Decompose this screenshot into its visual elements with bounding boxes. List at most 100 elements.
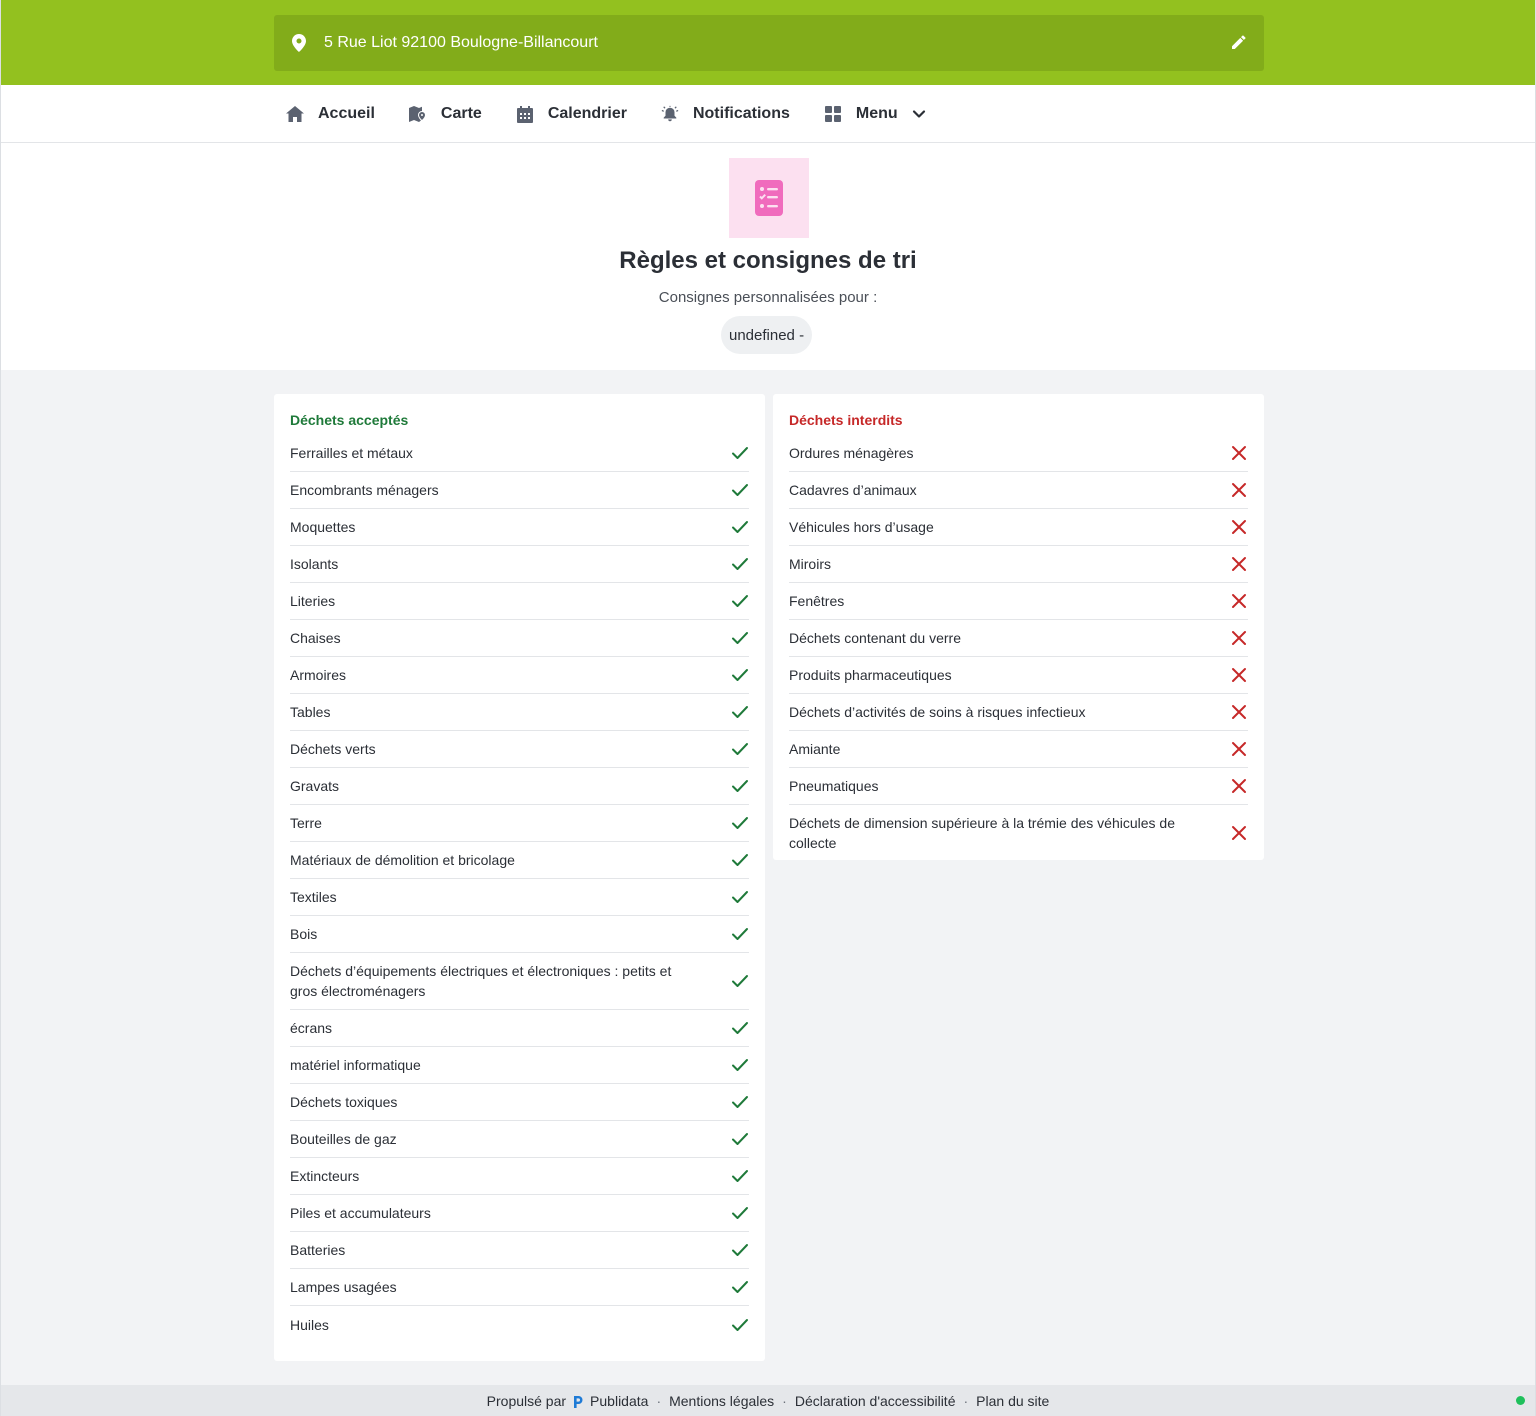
cross-icon [1230,555,1248,573]
list-item-label: Extincteurs [290,1168,360,1184]
page-subtitle: Consignes personnalisées pour : [658,289,878,306]
list-item: Miroirs [789,546,1248,583]
list-item-label: Déchets d’activités de soins à risques i… [789,704,1086,720]
list-item: Déchets contenant du verre [789,620,1248,657]
list-item: Armoires [290,657,749,694]
publidata-logo-icon [573,1395,583,1408]
list-item: Déchets toxiques [290,1084,749,1121]
check-icon [731,925,749,943]
check-icon [731,888,749,906]
list-item-label: Déchets verts [290,741,376,757]
list-item-label: Amiante [789,741,841,757]
cross-icon [1230,824,1248,842]
page-header: Règles et consignes de tri Consignes per… [1,143,1535,370]
check-icon [731,1316,749,1334]
list-item: Lampes usagées [290,1269,749,1306]
address-bar[interactable]: 5 Rue Liot 92100 Boulogne-Billancourt [274,15,1264,71]
page: 5 Rue Liot 92100 Boulogne-Billancourt Ac… [0,0,1536,1416]
forbidden-waste-card: Déchets interdits Ordures ménagères Cadav… [773,394,1264,860]
footer-link-mentions[interactable]: Mentions légales [669,1393,774,1409]
list-item-label: Terre [290,815,322,831]
list-item-label: Cadavres d’animaux [789,482,917,498]
check-icon [731,703,749,721]
list-item-label: Bois [290,926,318,942]
footer-separator: · [963,1392,969,1409]
footer-link-plan[interactable]: Plan du site [976,1393,1049,1409]
list-item-label: Lampes usagées [290,1279,397,1295]
nav-notifications[interactable]: Notifications [661,105,790,123]
list-item: Textiles [290,879,749,916]
check-icon [731,851,749,869]
list-item-label: Matériaux de démolition et bricolage [290,852,515,868]
list-item-label: Textiles [290,889,337,905]
list-item-label: Moquettes [290,519,356,535]
cross-icon [1230,740,1248,758]
list-item: Batteries [290,1232,749,1269]
pencil-icon[interactable] [1230,33,1248,51]
check-icon [731,444,749,462]
list-item-label: Armoires [290,667,347,683]
list-item: Bois [290,916,749,953]
list-item: Huiles [290,1306,749,1343]
publidata-link[interactable]: Publidata [590,1393,648,1409]
check-icon [731,1056,749,1074]
map-icon [408,105,427,123]
list-item-label: Bouteilles de gaz [290,1131,397,1147]
list-item: Literies [290,583,749,620]
chevron-down-icon [912,107,926,121]
list-item: écrans [290,1010,749,1047]
check-icon [731,1130,749,1148]
accepted-waste-title: Déchets acceptés [290,412,409,428]
list-item-label: Tables [290,704,331,720]
check-icon [731,592,749,610]
forbidden-waste-list: Ordures ménagères Cadavres d’animaux Véhic… [789,435,1248,861]
home-icon [286,105,304,123]
grid-icon [824,105,842,123]
cross-icon [1230,703,1248,721]
list-item: Ferrailles et métaux [290,435,749,472]
footer: Propulsé par Publidata · Mentions légale… [1,1385,1535,1416]
list-item-label: Gravats [290,778,340,794]
nav-calendrier[interactable]: Calendrier [516,105,627,123]
list-item: Extincteurs [290,1158,749,1195]
list-item-label: Fenêtres [789,593,845,609]
list-item: Isolants [290,546,749,583]
map-pin-icon [291,33,307,53]
list-item: Bouteilles de gaz [290,1121,749,1158]
accepted-waste-card: Déchets acceptés Ferrailles et métaux Enc… [274,394,765,1361]
footer-separator: · [782,1392,787,1409]
nav-menu-label: Menu [855,105,898,122]
list-item: Encombrants ménagers [290,472,749,509]
footer-link-accessibilite[interactable]: Déclaration d'accessibilité [795,1393,956,1409]
cross-icon [1230,444,1248,462]
bell-icon [661,105,679,123]
check-icon [731,1204,749,1222]
check-icon [731,481,749,499]
check-icon [731,740,749,758]
list-item-label: Huiles [290,1316,329,1333]
nav-menu[interactable]: Menu [824,105,926,123]
nav-accueil[interactable]: Accueil [286,105,375,123]
list-item-label: Literies [290,593,336,609]
list-item: Matériaux de démolition et bricolage [290,842,749,879]
list-item-label: Miroirs [789,556,831,572]
check-icon [731,666,749,684]
list-item: Cadavres d’animaux [789,472,1248,509]
list-item: Gravats [290,768,749,805]
nav-notifications-label: Notifications [692,105,790,122]
list-item: matériel informatique [290,1047,749,1084]
list-item: Chaises [290,620,749,657]
nav-carte-label: Carte [440,105,482,122]
list-item-label: Ordures ménagères [789,445,914,461]
list-item-label: Piles et accumulateurs [290,1205,431,1221]
nav-carte[interactable]: Carte [408,105,482,123]
check-icon [731,1093,749,1111]
check-icon [731,518,749,536]
check-icon [731,1278,749,1296]
cross-icon [1230,666,1248,684]
check-icon [731,777,749,795]
cross-icon [1230,481,1248,499]
check-icon [731,629,749,647]
page-title: Règles et consignes de tri [619,247,917,274]
powered-by: Propulsé par Publidata [487,1393,649,1409]
